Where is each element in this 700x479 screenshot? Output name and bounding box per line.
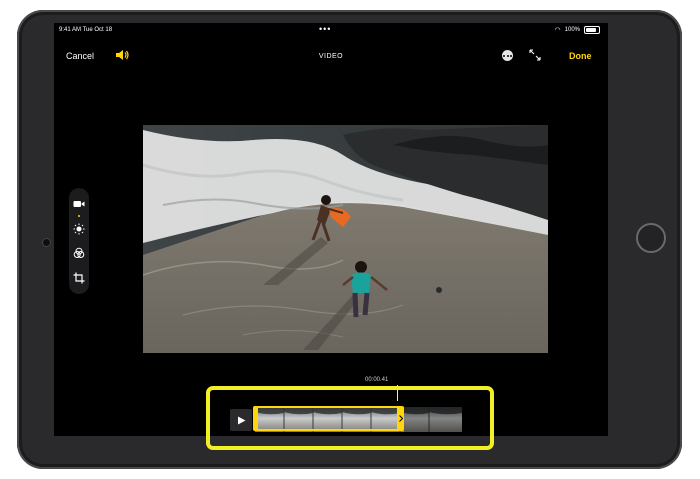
video-camera-icon[interactable] bbox=[73, 198, 85, 210]
video-frame-image bbox=[143, 125, 548, 353]
trim-handle-right[interactable] bbox=[397, 406, 404, 431]
chevron-right-icon bbox=[398, 415, 403, 422]
edit-tools-panel bbox=[69, 188, 89, 294]
active-tool-indicator bbox=[78, 215, 80, 217]
status-right: ◠ 100% bbox=[555, 26, 600, 34]
wifi-icon: ◠ bbox=[554, 27, 561, 34]
done-button[interactable]: Done bbox=[569, 51, 592, 61]
filters-icon[interactable] bbox=[73, 247, 85, 259]
crop-rotate-icon[interactable] bbox=[73, 272, 85, 284]
page-title: VIDEO bbox=[318, 53, 344, 60]
home-button[interactable] bbox=[636, 223, 666, 253]
playhead[interactable] bbox=[397, 385, 398, 401]
battery-icon bbox=[584, 26, 600, 34]
timeline-timecode: 00:00.41 bbox=[365, 377, 389, 383]
play-icon bbox=[237, 416, 245, 424]
ellipsis-circle-icon[interactable] bbox=[502, 50, 513, 61]
frame-viewer-filmstrip[interactable] bbox=[255, 407, 462, 432]
filmstrip-frames bbox=[255, 407, 462, 432]
expand-arrows-icon[interactable] bbox=[529, 49, 541, 61]
trim-handle-left[interactable] bbox=[253, 406, 257, 431]
video-preview[interactable] bbox=[143, 125, 548, 353]
adjust-brightness-icon[interactable] bbox=[73, 223, 85, 235]
multitasking-dots-icon[interactable]: ••• bbox=[319, 24, 331, 34]
status-time: 9:41 AM Tue Oct 18 bbox=[59, 27, 113, 33]
play-button[interactable] bbox=[230, 409, 252, 431]
front-camera bbox=[42, 238, 51, 247]
battery-percent: 100% bbox=[564, 27, 580, 33]
screen: 9:41 AM Tue Oct 18 ••• ◠ 100% Cancel VID… bbox=[54, 23, 608, 436]
